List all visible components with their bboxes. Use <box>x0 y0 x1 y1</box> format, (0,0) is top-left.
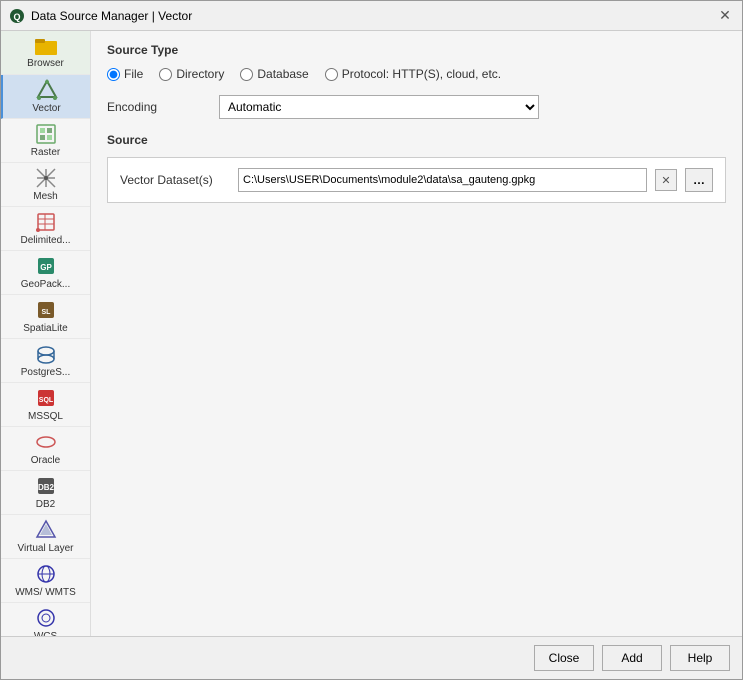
title-bar-text: Data Source Manager | Vector <box>31 9 192 23</box>
sidebar-item-wcs[interactable]: WCS <box>1 603 90 636</box>
content-area: Source Type File Directory Database <box>91 31 742 636</box>
browser-label: Browser <box>27 58 64 70</box>
sidebar-item-spatialite[interactable]: SL SpatiaLite <box>1 295 90 339</box>
svg-text:GP: GP <box>40 263 52 272</box>
main-window: Q Data Source Manager | Vector ✕ Browser <box>0 0 743 680</box>
sidebar-item-raster[interactable]: Raster <box>1 119 90 163</box>
vector-dataset-row: Vector Dataset(s) ✕ … <box>120 168 713 192</box>
title-bar: Q Data Source Manager | Vector ✕ <box>1 1 742 31</box>
mssql-icon: SQL <box>34 387 58 409</box>
radio-database[interactable]: Database <box>240 67 308 81</box>
browse-button[interactable]: … <box>685 168 713 192</box>
close-icon[interactable]: ✕ <box>716 7 734 25</box>
title-bar-left: Q Data Source Manager | Vector <box>9 8 192 24</box>
sidebar-item-virtual-layer[interactable]: Virtual Layer <box>1 515 90 559</box>
wms-icon <box>34 563 58 585</box>
virtual-layer-label: Virtual Layer <box>18 543 74 555</box>
mesh-label: Mesh <box>33 191 57 203</box>
oracle-label: Oracle <box>31 455 60 467</box>
encoding-row: Encoding Automatic UTF-8 Latin-1 ASCII <box>107 95 726 119</box>
raster-label: Raster <box>31 147 60 159</box>
radio-file[interactable]: File <box>107 67 143 81</box>
sidebar-item-delimited[interactable]: Delimited... <box>1 207 90 251</box>
clear-button[interactable]: ✕ <box>655 169 677 191</box>
virtual-layer-icon <box>34 519 58 541</box>
radio-protocol[interactable]: Protocol: HTTP(S), cloud, etc. <box>325 67 501 81</box>
wms-label: WMS/ WMTS <box>15 587 76 599</box>
radio-file-label: File <box>124 67 143 81</box>
qgis-icon: Q <box>9 8 25 24</box>
encoding-select[interactable]: Automatic UTF-8 Latin-1 ASCII <box>219 95 539 119</box>
source-section: Source Vector Dataset(s) ✕ … <box>107 133 726 203</box>
radio-directory-label: Directory <box>176 67 224 81</box>
sidebar-item-wms[interactable]: WMS/ WMTS <box>1 559 90 603</box>
delimited-icon <box>34 211 58 233</box>
vector-dataset-input[interactable] <box>238 168 647 192</box>
sidebar-item-postgresql[interactable]: PostgreS... <box>1 339 90 383</box>
radio-directory[interactable]: Directory <box>159 67 224 81</box>
svg-text:SQL: SQL <box>38 397 53 404</box>
sidebar-item-db2[interactable]: DB2 DB2 <box>1 471 90 515</box>
add-button[interactable]: Add <box>602 645 662 671</box>
folder-icon <box>34 36 58 56</box>
source-section-title: Source <box>107 133 726 147</box>
geopackage-icon: GP <box>34 255 58 277</box>
svg-text:Q: Q <box>13 12 20 22</box>
svg-text:SL: SL <box>41 309 51 316</box>
raster-icon <box>34 123 58 145</box>
vector-label: Vector <box>32 103 60 115</box>
geopackage-label: GeoPack... <box>21 279 70 291</box>
sidebar-item-mssql[interactable]: SQL MSSQL <box>1 383 90 427</box>
svg-text:DB2: DB2 <box>37 483 54 492</box>
mssql-label: MSSQL <box>28 411 63 423</box>
postgresql-label: PostgreS... <box>21 367 70 379</box>
main-content: Browser Vector <box>1 31 742 636</box>
mesh-icon <box>34 167 58 189</box>
vector-icon <box>35 79 59 101</box>
source-type-title: Source Type <box>107 43 726 57</box>
sidebar: Browser Vector <box>1 31 91 636</box>
radio-group: File Directory Database Protocol: HTTP(S… <box>107 67 726 81</box>
radio-database-label: Database <box>257 67 308 81</box>
vector-dataset-label: Vector Dataset(s) <box>120 173 230 187</box>
radio-protocol-label: Protocol: HTTP(S), cloud, etc. <box>342 67 501 81</box>
sidebar-item-geopackage[interactable]: GP GeoPack... <box>1 251 90 295</box>
db2-label: DB2 <box>36 499 55 511</box>
close-button[interactable]: Close <box>534 645 594 671</box>
sidebar-item-mesh[interactable]: Mesh <box>1 163 90 207</box>
source-type-section: Source Type File Directory Database <box>107 43 726 119</box>
postgresql-icon <box>34 343 58 365</box>
sidebar-item-oracle[interactable]: Oracle <box>1 427 90 471</box>
delimited-label: Delimited... <box>20 235 70 247</box>
source-box: Vector Dataset(s) ✕ … <box>107 157 726 203</box>
help-button[interactable]: Help <box>670 645 730 671</box>
encoding-label: Encoding <box>107 100 207 114</box>
oracle-icon <box>34 431 58 453</box>
wcs-icon <box>34 607 58 629</box>
sidebar-item-vector[interactable]: Vector <box>1 75 90 119</box>
spatialite-label: SpatiaLite <box>23 323 67 335</box>
bottom-bar: Close Add Help <box>1 636 742 679</box>
sidebar-item-browser[interactable]: Browser <box>1 31 90 75</box>
db2-icon: DB2 <box>34 475 58 497</box>
spatialite-icon: SL <box>34 299 58 321</box>
